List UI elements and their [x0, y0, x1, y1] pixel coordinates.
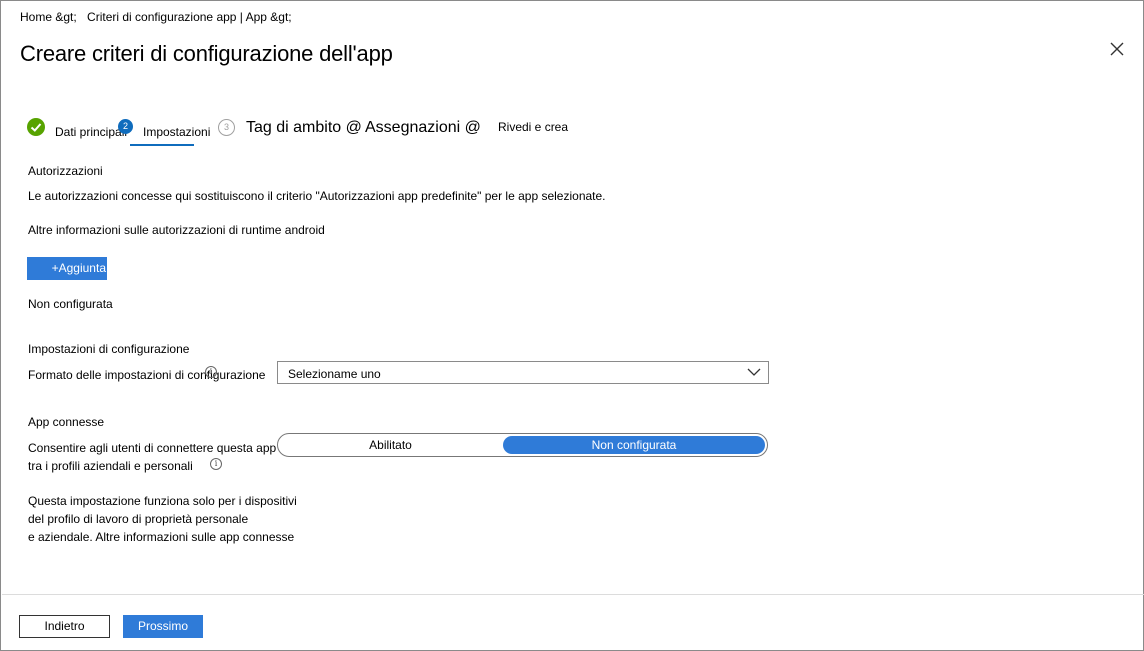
- runtime-permissions-link[interactable]: Altre informazioni sulle autorizzazioni …: [28, 223, 325, 237]
- step-number-2: 2: [118, 119, 133, 134]
- tab-review-create[interactable]: Rivedi e crea: [498, 120, 568, 134]
- config-format-label: Formato delle impostazioni di configuraz…: [28, 368, 266, 382]
- connected-apps-label-line1: Consentire agli utenti di connettere que…: [28, 441, 277, 455]
- info-icon[interactable]: i: [205, 366, 217, 378]
- breadcrumb: Home &gt; Criteri di configurazione app …: [20, 10, 299, 24]
- connected-apps-note-line1: Questa impostazione funziona solo per i …: [28, 494, 297, 508]
- permissions-status: Non configurata: [28, 297, 113, 311]
- active-tab-indicator: [130, 144, 194, 146]
- panel: Home &gt; Criteri di configurazione app …: [0, 0, 1144, 651]
- toggle-option-enabled[interactable]: Abilitato: [278, 434, 503, 456]
- tab-scope-tags[interactable]: Tag di ambito @: [246, 119, 362, 137]
- breadcrumb-home[interactable]: Home &gt;: [20, 10, 77, 24]
- config-format-value: Selezioname uno: [288, 367, 381, 381]
- footer-divider: [2, 594, 1144, 595]
- toggle-option-not-configured[interactable]: Non configurata: [503, 436, 765, 454]
- connected-apps-heading: App connesse: [28, 415, 105, 429]
- breadcrumb-app-config[interactable]: Criteri di configurazione app | App &gt;: [87, 10, 292, 24]
- tab-settings[interactable]: Impostazioni: [143, 125, 210, 139]
- tab-basics[interactable]: Dati principali: [55, 125, 127, 139]
- config-format-dropdown[interactable]: Selezioname uno: [277, 361, 769, 384]
- connected-apps-toggle[interactable]: Abilitato Non configurata: [277, 433, 768, 457]
- page-title: Creare criteri di configurazione dell'ap…: [20, 41, 393, 66]
- connected-apps-label-line2: tra i profili aziendali e personali: [28, 459, 193, 473]
- close-icon[interactable]: [1107, 39, 1127, 59]
- tab-assignments[interactable]: Assegnazioni @: [365, 119, 481, 137]
- connected-apps-note-line2: del profilo di lavoro di proprietà perso…: [28, 512, 249, 526]
- add-button[interactable]: +Aggiunta: [27, 257, 107, 280]
- permissions-heading: Autorizzazioni: [28, 164, 103, 178]
- chevron-down-icon: [747, 368, 761, 376]
- config-settings-heading: Impostazioni di configurazione: [28, 342, 190, 356]
- back-button[interactable]: Indietro: [19, 615, 110, 638]
- info-icon[interactable]: i: [210, 458, 222, 470]
- next-button[interactable]: Prossimo: [123, 615, 203, 638]
- connected-apps-note-line3[interactable]: e aziendale. Altre informazioni sulle ap…: [28, 530, 294, 544]
- permissions-description: Le autorizzazioni concesse qui sostituis…: [28, 189, 606, 203]
- step-number-3: 3: [218, 119, 235, 136]
- check-icon: [27, 118, 45, 136]
